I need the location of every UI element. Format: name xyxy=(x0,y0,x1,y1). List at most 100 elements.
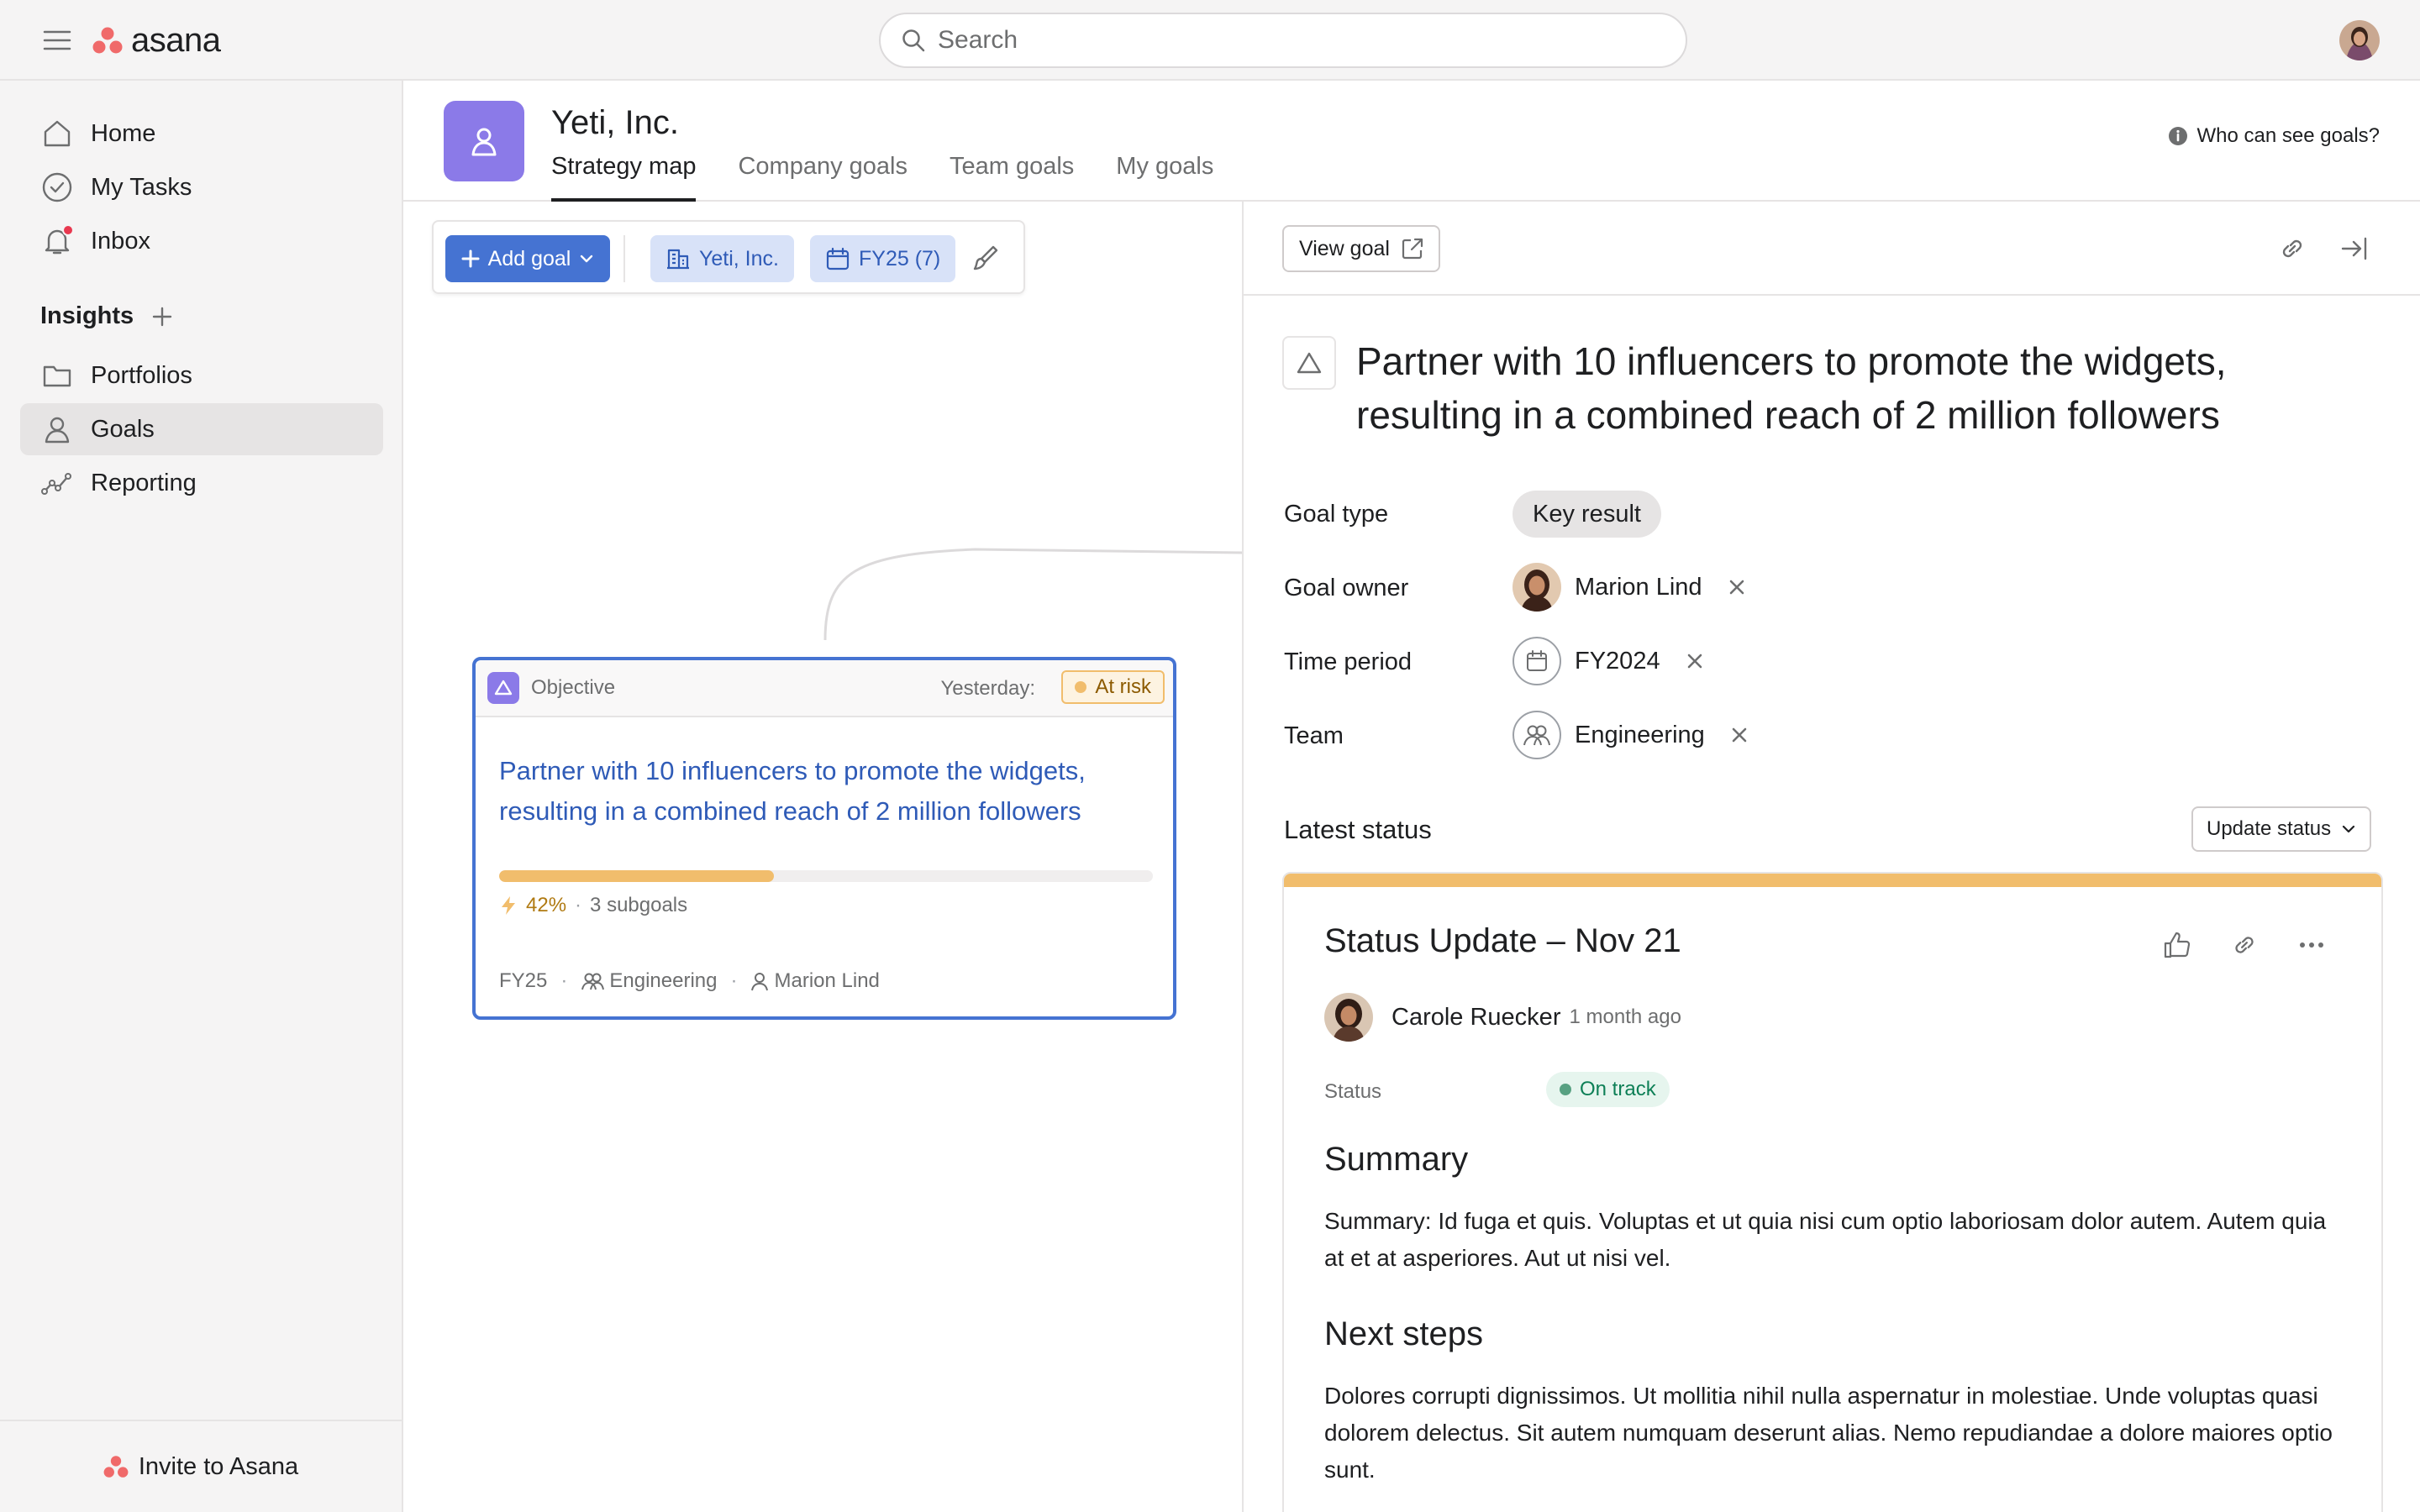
who-can-see-goals-link[interactable]: Who can see goals? xyxy=(2167,124,2380,148)
separator-dot: · xyxy=(730,969,738,992)
view-goal-label: View goal xyxy=(1299,236,1390,260)
external-link-icon xyxy=(1402,238,1423,260)
org-filter-label: Yeti, Inc. xyxy=(699,246,779,270)
remove-owner-close-icon[interactable] xyxy=(1724,575,1749,600)
sidebar-item-my-tasks[interactable]: My Tasks xyxy=(20,161,383,213)
sidebar-item-label: Goals xyxy=(91,415,155,443)
separator-dot: · xyxy=(560,969,568,992)
org-avatar[interactable] xyxy=(444,101,524,181)
status-dot xyxy=(1075,681,1087,693)
page-title: Yeti, Inc. xyxy=(551,104,679,141)
goal-owner-field[interactable]: Marion Lind xyxy=(1512,563,1749,612)
status-update-actions xyxy=(2161,929,2328,961)
tab-bar: Strategy map Company goals Team goals My… xyxy=(551,150,1213,202)
asana-dots-icon xyxy=(92,27,123,54)
goal-type-label: Goal type xyxy=(1284,501,1389,528)
user-avatar[interactable] xyxy=(2339,20,2380,60)
at-risk-badge: At risk xyxy=(1061,670,1165,704)
sidebar-item-reporting[interactable]: Reporting xyxy=(20,457,383,509)
goal-team: Engineering xyxy=(581,969,717,993)
update-timestamp: 1 month ago xyxy=(1569,1005,1681,1028)
next-steps-heading: Next steps xyxy=(1324,1315,1483,1352)
search-input[interactable] xyxy=(938,26,1660,55)
subgoals-count: 3 subgoals xyxy=(590,894,688,916)
status-field-label: Status xyxy=(1324,1080,1382,1103)
invite-label: Invite to Asana xyxy=(138,1452,299,1480)
goal-owner-label: Marion Lind xyxy=(774,969,880,992)
team-field[interactable]: Engineering xyxy=(1512,711,1752,759)
org-filter-chip[interactable]: Yeti, Inc. xyxy=(650,235,794,282)
chevron-down-icon xyxy=(2342,825,2355,833)
asana-logo[interactable]: asana xyxy=(92,22,221,59)
search-icon xyxy=(902,29,925,52)
time-period-field[interactable]: FY2024 xyxy=(1512,637,1707,685)
goal-title[interactable]: Partner with 10 influencers to promote t… xyxy=(1356,334,2365,442)
thumbs-up-icon[interactable] xyxy=(2161,929,2193,961)
goal-type-pill[interactable]: Key result xyxy=(1512,491,1661,538)
insights-section-header[interactable]: Insights xyxy=(40,302,176,330)
more-options-icon[interactable] xyxy=(2296,929,2328,961)
goal-type-label: Objective xyxy=(531,676,616,699)
view-goal-button[interactable]: View goal xyxy=(1282,225,1440,272)
remove-team-close-icon[interactable] xyxy=(1727,722,1752,748)
page-header: Yeti, Inc. Strategy map Company goals Te… xyxy=(403,81,2420,202)
goal-card-meta: FY25 · Engineering · Marion Lind xyxy=(499,969,880,993)
invite-button[interactable]: Invite to Asana xyxy=(0,1420,402,1512)
lightning-icon xyxy=(502,896,515,915)
sidebar-item-label: Portfolios xyxy=(91,361,192,389)
strategy-map-canvas[interactable]: Add goal Yeti, Inc. FY25 (7) Objective Y… xyxy=(403,202,1244,1512)
link-icon[interactable] xyxy=(2228,929,2260,961)
sidebar-item-label: Reporting xyxy=(91,469,197,496)
sidebar-item-goals[interactable]: Goals xyxy=(20,403,383,455)
sidebar: Home My Tasks Inbox Insights Portfolios … xyxy=(0,81,403,1512)
on-track-badge: On track xyxy=(1546,1072,1670,1107)
goal-person-icon xyxy=(471,128,497,156)
sidebar-item-portfolios[interactable]: Portfolios xyxy=(20,349,383,402)
separator-dot: · xyxy=(575,894,582,916)
remove-period-close-icon[interactable] xyxy=(1682,648,1707,674)
time-period-value: FY2024 xyxy=(1575,647,1660,675)
add-insight-plus-icon[interactable] xyxy=(149,303,176,330)
tab-my-goals[interactable]: My goals xyxy=(1116,150,1213,202)
tab-company-goals[interactable]: Company goals xyxy=(738,150,908,202)
period-filter-chip[interactable]: FY25 (7) xyxy=(810,235,956,282)
notification-badge xyxy=(62,224,74,236)
status-update-title: Status Update – Nov 21 xyxy=(1324,922,1681,959)
asana-dots-icon xyxy=(103,1456,129,1478)
status-color-stripe xyxy=(1284,874,2381,887)
insights-label: Insights xyxy=(40,302,134,329)
add-goal-label: Add goal xyxy=(487,246,571,270)
period-filter-label: FY25 (7) xyxy=(859,246,941,270)
goal-team-label: Engineering xyxy=(609,969,718,992)
add-goal-button[interactable]: Add goal xyxy=(445,235,610,282)
sidebar-item-inbox[interactable]: Inbox xyxy=(20,215,383,267)
goal-owner: Marion Lind xyxy=(750,969,880,993)
update-status-label: Update status xyxy=(2207,817,2332,840)
update-status-button[interactable]: Update status xyxy=(2191,806,2372,852)
next-steps-text: Dolores corrupti dignissimos. Ut molliti… xyxy=(1324,1383,2333,1483)
goal-type-icon-box[interactable] xyxy=(1282,336,1336,390)
goal-period: FY25 xyxy=(499,969,548,992)
search-bar[interactable] xyxy=(879,13,1687,68)
tab-team-goals[interactable]: Team goals xyxy=(950,150,1074,202)
author-name[interactable]: Carole Ruecker xyxy=(1392,1004,1560,1032)
paintbrush-icon[interactable] xyxy=(968,242,1002,276)
goal-card[interactable]: Objective Yesterday: At risk Partner wit… xyxy=(472,657,1176,1020)
objective-triangle-icon xyxy=(487,672,519,704)
close-pane-icon[interactable] xyxy=(2338,232,2371,265)
goal-card-title[interactable]: Partner with 10 influencers to promote t… xyxy=(499,751,1163,832)
hamburger-menu-icon[interactable] xyxy=(42,25,72,55)
goal-card-type: Objective xyxy=(487,672,615,704)
sidebar-item-label: Inbox xyxy=(91,227,150,255)
copy-link-icon[interactable] xyxy=(2275,232,2309,265)
goal-card-header: Objective Yesterday: At risk xyxy=(476,660,1173,717)
calendar-icon xyxy=(1512,637,1561,685)
tab-strategy-map[interactable]: Strategy map xyxy=(551,150,697,202)
calendar-icon xyxy=(826,247,850,270)
map-toolbar: Add goal Yeti, Inc. FY25 (7) xyxy=(432,220,1025,294)
summary-text: Summary: Id fuga et quis. Voluptas et ut… xyxy=(1324,1208,2327,1271)
team-label: Team xyxy=(1284,722,1344,749)
sidebar-item-home[interactable]: Home xyxy=(20,108,383,160)
progress-percent: 42% xyxy=(526,894,567,916)
author-avatar[interactable] xyxy=(1324,993,1373,1042)
